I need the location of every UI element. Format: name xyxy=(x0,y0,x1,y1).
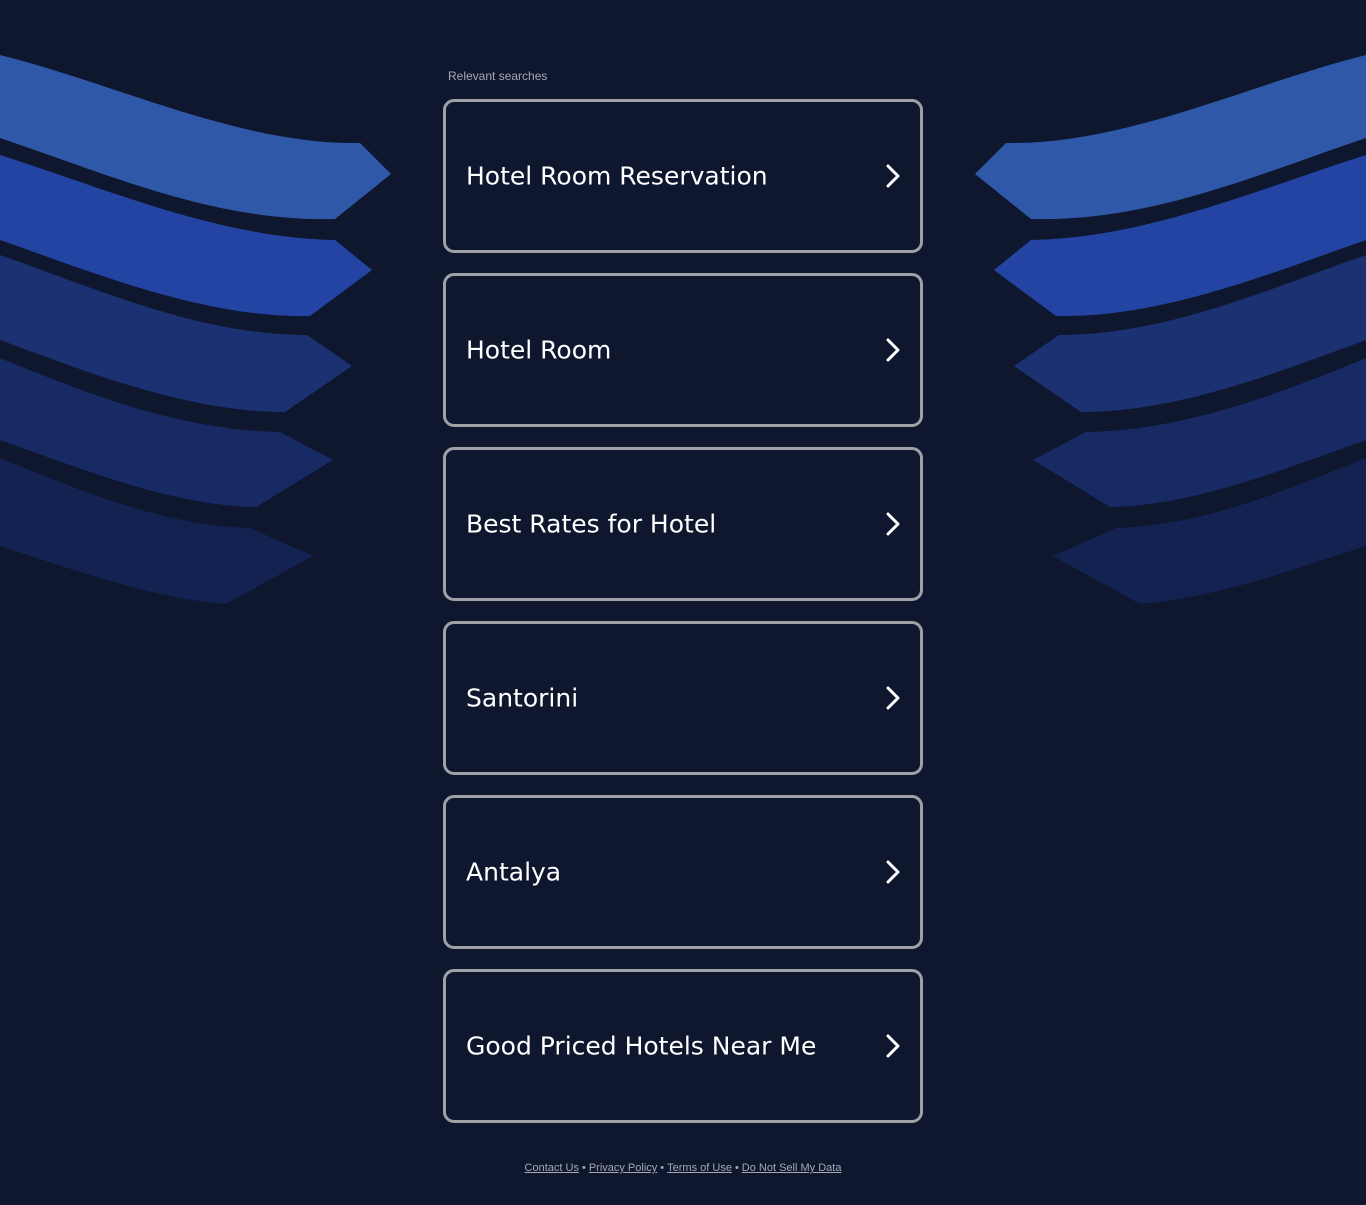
search-result-link[interactable]: Hotel Room Reservation xyxy=(443,99,923,253)
chevron-right-icon xyxy=(886,860,900,884)
left-ribbons xyxy=(0,55,391,604)
search-result-link[interactable]: Santorini xyxy=(443,621,923,775)
search-result-label: Antalya xyxy=(466,857,562,887)
chevron-right-icon xyxy=(886,1034,900,1058)
right-ribbons xyxy=(975,55,1366,604)
terms-of-use-link[interactable]: Terms of Use xyxy=(667,1162,732,1174)
chevron-right-icon xyxy=(886,512,900,536)
left-ribbon-2 xyxy=(0,155,372,317)
search-result-link[interactable]: Antalya xyxy=(443,795,923,949)
search-result-label: Best Rates for Hotel xyxy=(466,509,717,539)
related-searches-heading: Relevant searches xyxy=(448,69,548,83)
left-ribbon-3 xyxy=(0,255,352,412)
privacy-policy-link[interactable]: Privacy Policy xyxy=(589,1162,657,1174)
right-ribbon-1 xyxy=(975,55,1366,220)
footer-separator: • xyxy=(734,1162,739,1174)
left-ribbon-1 xyxy=(0,55,391,220)
right-ribbon-3 xyxy=(1014,255,1366,412)
left-ribbon-5 xyxy=(0,458,313,604)
right-ribbon-5 xyxy=(1053,458,1366,604)
page: Relevant searches Hotel Room Reservation… xyxy=(0,0,1366,1205)
right-ribbon-4 xyxy=(1033,358,1366,507)
chevron-right-icon xyxy=(886,164,900,188)
chevron-right-icon xyxy=(886,686,900,710)
search-result-label: Santorini xyxy=(466,683,579,713)
search-result-label: Hotel Room Reservation xyxy=(466,161,768,191)
search-result-link[interactable]: Good Priced Hotels Near Me xyxy=(443,969,923,1123)
search-result-label: Hotel Room xyxy=(466,335,612,365)
chevron-right-icon xyxy=(886,338,900,362)
footer-separator: • xyxy=(581,1162,586,1174)
footer-separator: • xyxy=(660,1162,665,1174)
footer-links: Contact Us • Privacy Policy • Terms of Use • D… xyxy=(0,1162,1366,1174)
left-ribbon-4 xyxy=(0,358,333,507)
search-result-link[interactable]: Best Rates for Hotel xyxy=(443,447,923,601)
search-result-link[interactable]: Hotel Room xyxy=(443,273,923,427)
do-not-sell-link[interactable]: Do Not Sell My Data xyxy=(742,1162,842,1174)
right-ribbon-2 xyxy=(994,155,1366,317)
contact-us-link[interactable]: Contact Us xyxy=(525,1162,579,1174)
search-result-label: Good Priced Hotels Near Me xyxy=(466,1031,817,1061)
